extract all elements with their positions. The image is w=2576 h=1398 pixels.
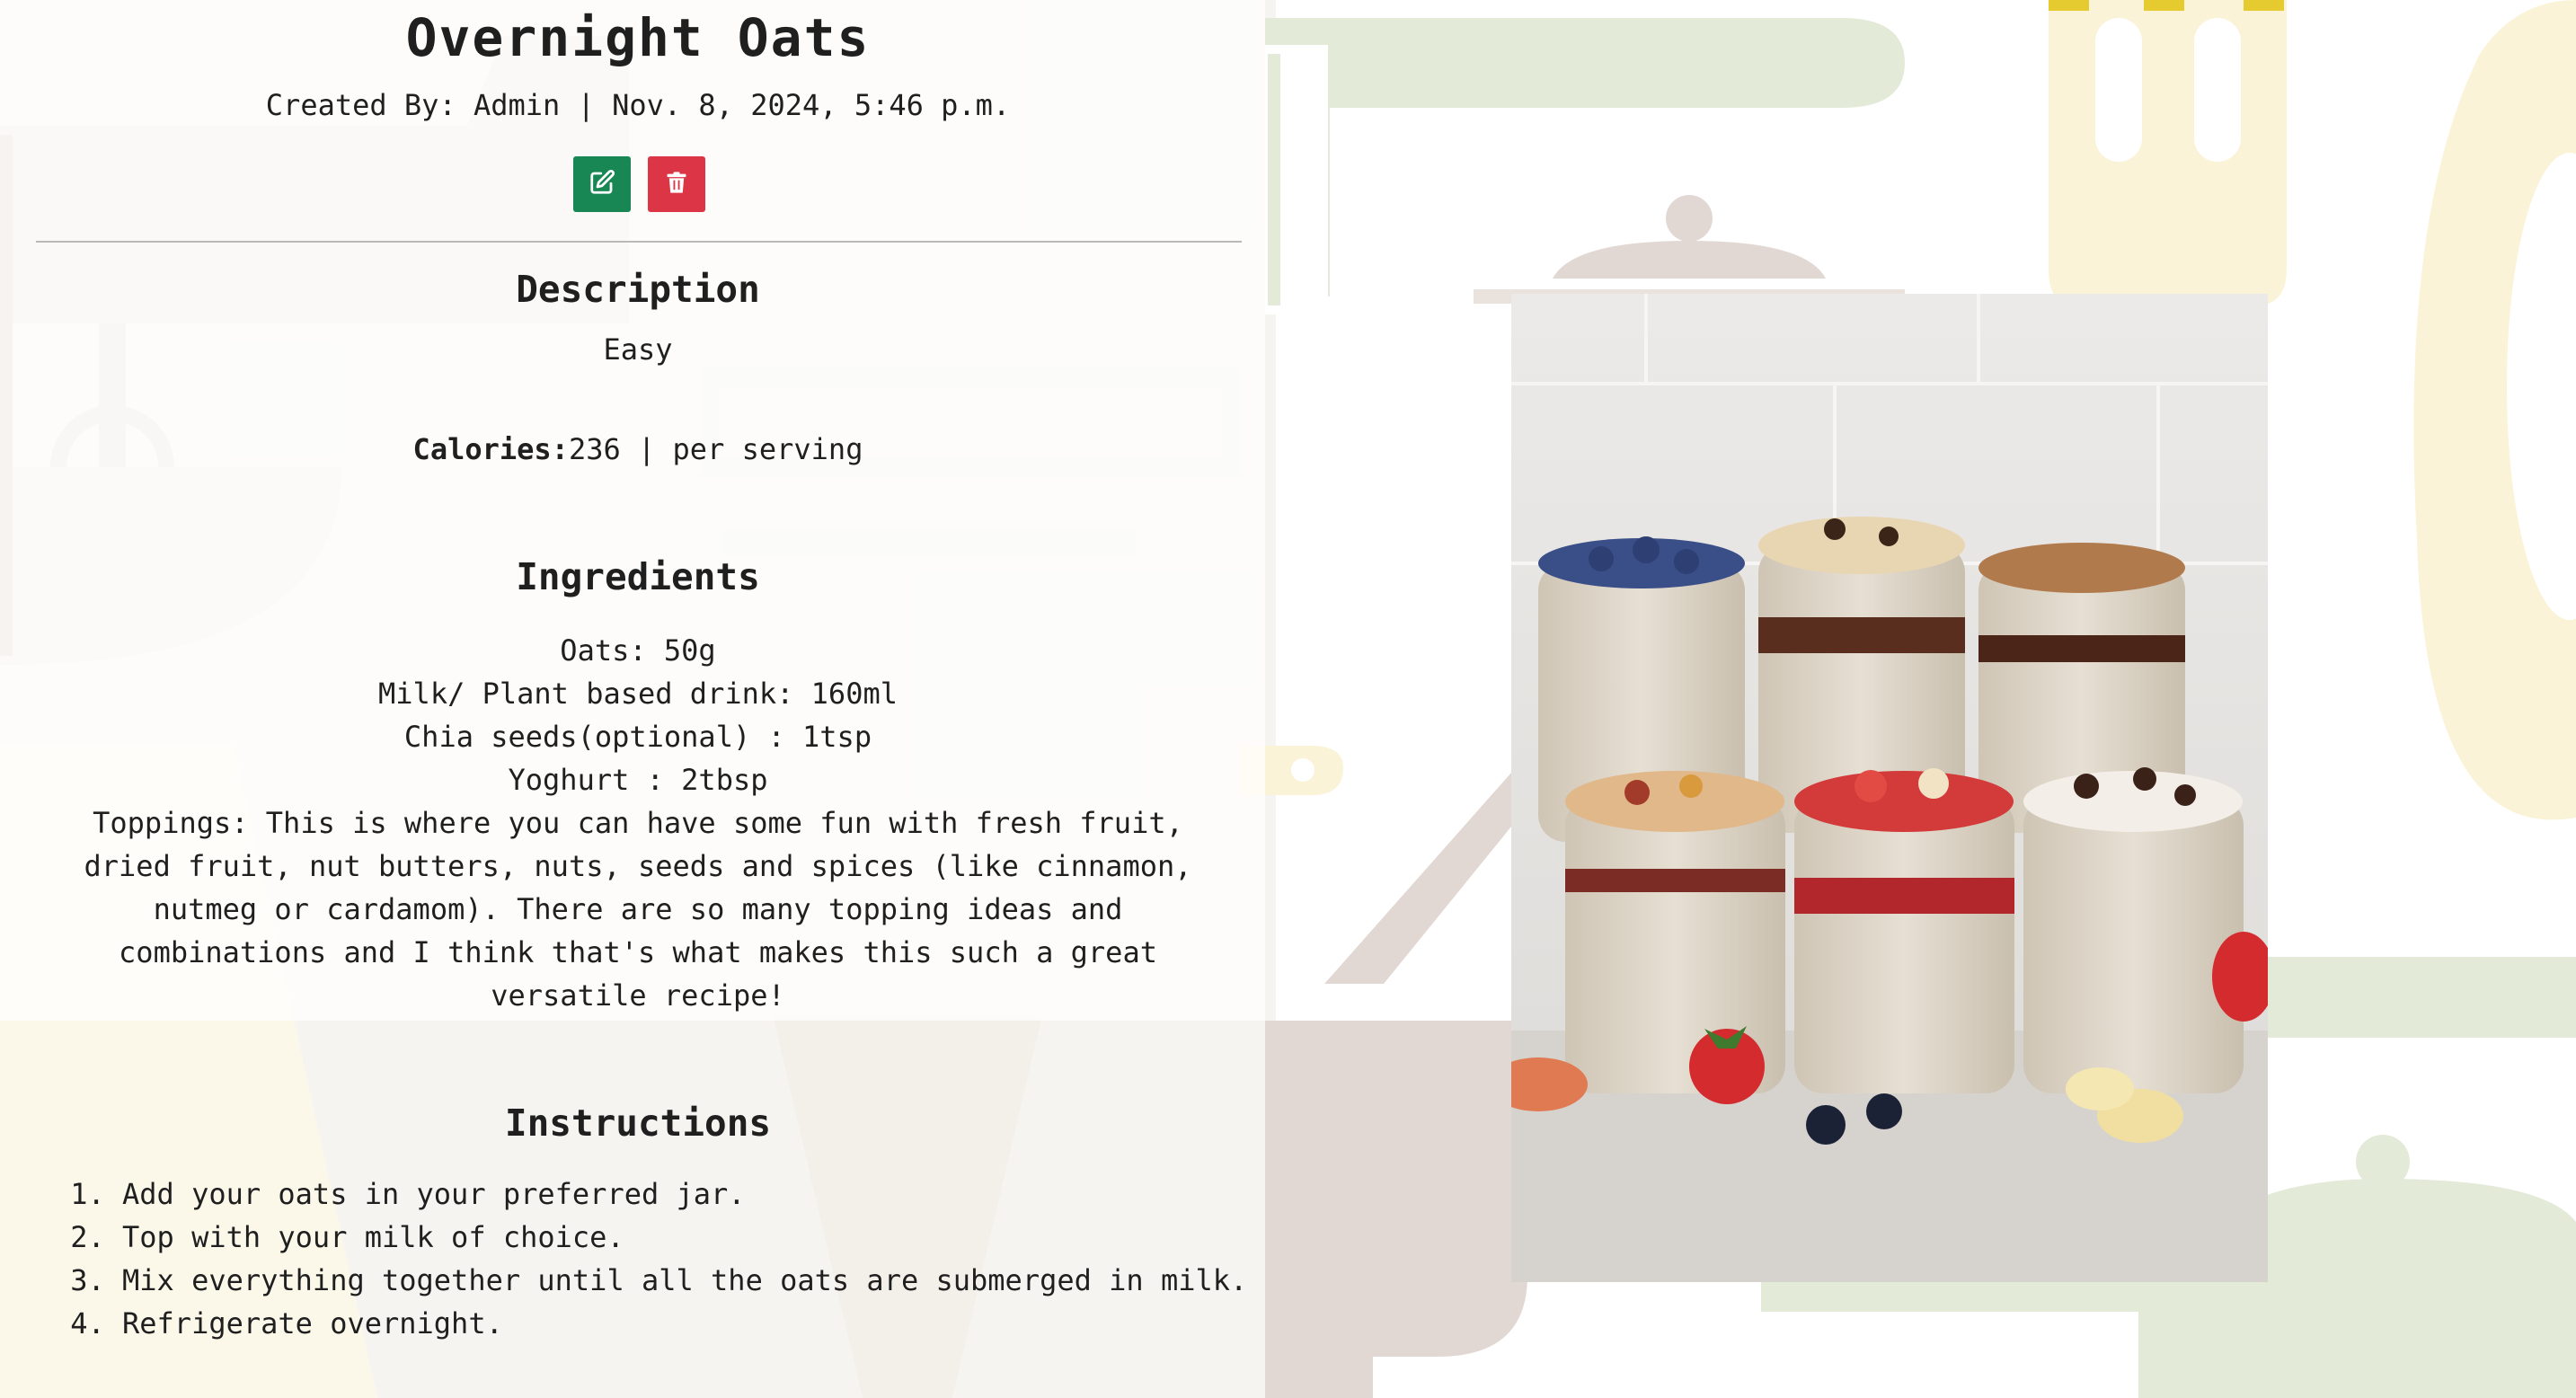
ingredient-item: Toppings: This is where you can have som…: [84, 806, 1192, 1013]
instructions-heading: Instructions: [504, 1102, 772, 1145]
calories-value: 236 | per serving: [568, 432, 863, 466]
description-text: Easy: [603, 332, 673, 367]
calories-label: Calories:: [412, 432, 569, 466]
description-heading: Description: [516, 268, 760, 311]
recipe-title: Overnight Oats: [405, 7, 871, 68]
delete-button[interactable]: [648, 156, 705, 212]
ingredients-list: Oats: 50g Milk/ Plant based drink: 160ml…: [0, 629, 1276, 1017]
section-divider: [36, 241, 1242, 243]
recipe-meta: Created By: Admin | Nov. 8, 2024, 5:46 p…: [265, 88, 1011, 122]
trash-icon: [664, 169, 689, 199]
ingredient-item: Milk/ Plant based drink: 160ml: [378, 677, 898, 711]
instruction-step: Top with your milk of choice.: [122, 1216, 1254, 1259]
calories-line: Calories:236 | per serving: [0, 432, 1276, 466]
instruction-step: Refrigerate overnight.: [122, 1302, 1254, 1345]
edit-icon: [589, 169, 615, 199]
instruction-step: Add your oats in your preferred jar.: [122, 1172, 1254, 1216]
ingredient-item: Oats: 50g: [560, 633, 716, 668]
ingredient-item: Yoghurt : 2tbsp: [508, 763, 768, 797]
ingredient-item: Chia seeds(optional) : 1tsp: [403, 720, 872, 754]
edit-button[interactable]: [573, 156, 631, 212]
instructions-list: Add your oats in your preferred jar. Top…: [63, 1172, 1254, 1345]
recipe-image: [1511, 294, 2268, 1282]
ingredients-heading: Ingredients: [516, 555, 760, 598]
instruction-step: Mix everything together until all the oa…: [122, 1259, 1254, 1302]
